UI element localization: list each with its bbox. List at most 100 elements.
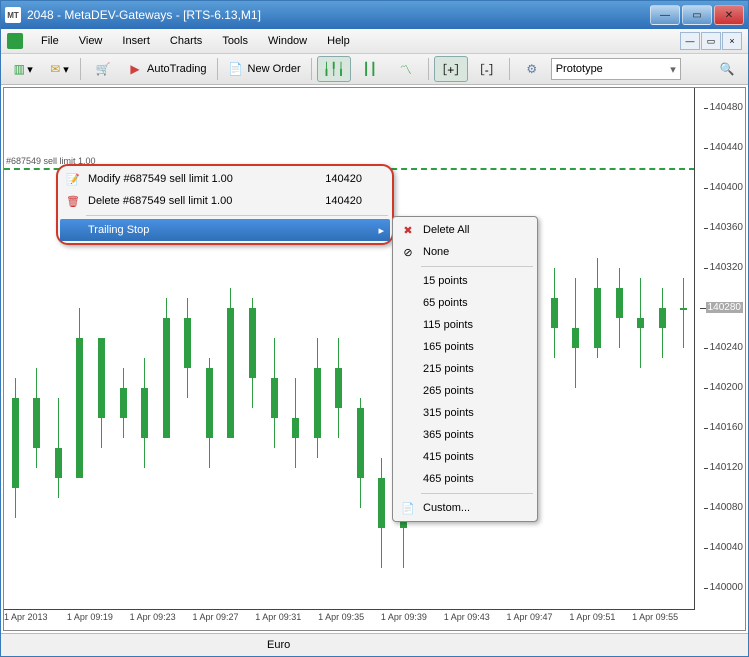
submenu-none[interactable]: ⊘ None: [395, 241, 535, 263]
submenu-points-2[interactable]: 115 points: [395, 314, 535, 336]
y-tick: 140240: [710, 342, 743, 353]
menu-trailing-stop[interactable]: Trailing Stop ▸: [60, 219, 390, 241]
submenu-points-6[interactable]: 315 points: [395, 402, 535, 424]
mdi-restore-button[interactable]: ▭: [701, 32, 721, 50]
line-icon: 〽: [398, 61, 414, 77]
y-axis: 1404801404401404001403601403201402801402…: [694, 88, 745, 610]
delete-icon: 🗑: [64, 195, 82, 208]
menu-separator: [421, 266, 533, 267]
template-button[interactable]: ⚙: [515, 56, 549, 82]
none-icon: ⊘: [399, 246, 417, 259]
y-tick: 140440: [710, 142, 743, 153]
candles-icon: ┃┃: [362, 61, 378, 77]
submenu-arrow-icon: ▸: [378, 224, 384, 237]
maximize-button[interactable]: ▭: [682, 5, 712, 25]
order-context-menu: 📝 Modify #687549 sell limit 1.00140420 🗑…: [56, 164, 394, 245]
menu-help[interactable]: Help: [317, 32, 360, 50]
mdi-minimize-button[interactable]: —: [680, 32, 700, 50]
candle: [662, 288, 663, 358]
menu-file[interactable]: File: [31, 32, 69, 50]
chart-line-button[interactable]: 〽: [389, 56, 423, 82]
zoom-out-icon: ［-］: [479, 61, 495, 77]
submenu-points-8[interactable]: 415 points: [395, 446, 535, 468]
candle: [36, 368, 37, 468]
y-tick: 140360: [710, 222, 743, 233]
y-tick: 140200: [710, 382, 743, 393]
chart-candles-button[interactable]: ┃┃: [353, 56, 387, 82]
candle: [58, 398, 59, 498]
submenu-custom[interactable]: 📄 Custom...: [395, 497, 535, 519]
profiles-button[interactable]: ✉▾: [41, 56, 75, 82]
submenu-points-9[interactable]: 465 points: [395, 468, 535, 490]
custom-icon: 📄: [399, 502, 417, 515]
titlebar: MT 2048 - MetaDEV-Gateways - [RTS-6.13,M…: [1, 1, 748, 29]
y-tick: 140160: [710, 422, 743, 433]
candle: [209, 358, 210, 468]
candle: [166, 298, 167, 438]
candle: [187, 298, 188, 398]
candle: [575, 278, 576, 388]
x-tick: 1 Apr 09:19: [67, 610, 130, 630]
candle: [640, 278, 641, 368]
app-window: MT 2048 - MetaDEV-Gateways - [RTS-6.13,M…: [0, 0, 749, 657]
menu-modify-order[interactable]: 📝 Modify #687549 sell limit 1.00140420: [60, 168, 390, 190]
y-tick: 140040: [710, 542, 743, 553]
x-tick: 1 Apr 09:51: [569, 610, 632, 630]
candle: [338, 338, 339, 438]
close-button[interactable]: ✕: [714, 5, 744, 25]
x-tick: 1 Apr 09:31: [255, 610, 318, 630]
submenu-points-7[interactable]: 365 points: [395, 424, 535, 446]
x-tick: 1 Apr 09:43: [444, 610, 507, 630]
status-profile[interactable]: Euro: [267, 639, 290, 651]
candle: [381, 458, 382, 568]
menu-delete-order[interactable]: 🗑 Delete #687549 sell limit 1.00140420: [60, 190, 390, 212]
toolbar: ▥▾ ✉▾ 🛒 ▶AutoTrading 📄New Order ╽╿╽ ┃┃ 〽…: [1, 54, 748, 85]
new-order-button[interactable]: 📄New Order: [223, 56, 306, 82]
candle: [15, 378, 16, 518]
delete-all-icon: ✖: [399, 224, 417, 237]
gear-icon: ⚙: [524, 61, 540, 77]
candle: [360, 398, 361, 508]
y-tick: 140400: [710, 182, 743, 193]
submenu-points-1[interactable]: 65 points: [395, 292, 535, 314]
y-tick: 140000: [710, 582, 743, 593]
modify-icon: 📝: [64, 173, 82, 186]
folder-icon: ✉: [47, 61, 63, 77]
x-tick: 1 Apr 09:55: [632, 610, 695, 630]
menu-window[interactable]: Window: [258, 32, 317, 50]
minimize-button[interactable]: —: [650, 5, 680, 25]
submenu-points-0[interactable]: 15 points: [395, 270, 535, 292]
submenu-points-4[interactable]: 215 points: [395, 358, 535, 380]
x-tick: 1 Apr 09:39: [381, 610, 444, 630]
candle: [317, 338, 318, 458]
zoom-in-icon: ［+］: [443, 61, 459, 77]
chevron-down-icon: ▾: [664, 63, 676, 76]
y-tick: 140320: [710, 262, 743, 273]
statusbar: Euro: [1, 633, 748, 656]
chart-bars-button[interactable]: ╽╿╽: [317, 56, 351, 82]
zoom-in-button[interactable]: ［+］: [434, 56, 468, 82]
chart-area[interactable]: #687549 sell limit 1.00 1404801404401404…: [4, 88, 745, 630]
autotrading-button[interactable]: ▶AutoTrading: [122, 56, 212, 82]
mdi-close-button[interactable]: ×: [722, 32, 742, 50]
menu-view[interactable]: View: [69, 32, 113, 50]
search-button[interactable]: 🔍: [710, 56, 744, 82]
candle: [597, 258, 598, 358]
candle: [619, 268, 620, 348]
submenu-delete-all[interactable]: ✖ Delete All: [395, 219, 535, 241]
market-watch-button[interactable]: 🛒: [86, 56, 120, 82]
submenu-points-3[interactable]: 165 points: [395, 336, 535, 358]
x-tick: 1 Apr 09:47: [507, 610, 570, 630]
submenu-points-5[interactable]: 265 points: [395, 380, 535, 402]
menu-charts[interactable]: Charts: [160, 32, 212, 50]
template-combo[interactable]: Prototype▾: [551, 58, 681, 80]
menu-tools[interactable]: Tools: [212, 32, 258, 50]
chart-container: #687549 sell limit 1.00 1404801404401404…: [3, 87, 746, 631]
new-chart-button[interactable]: ▥▾: [5, 56, 39, 82]
menu-insert[interactable]: Insert: [112, 32, 160, 50]
x-tick: 1 Apr 09:27: [192, 610, 255, 630]
zoom-out-button[interactable]: ［-］: [470, 56, 504, 82]
candle: [252, 298, 253, 408]
x-tick: 1 Apr 09:35: [318, 610, 381, 630]
candle: [274, 338, 275, 448]
